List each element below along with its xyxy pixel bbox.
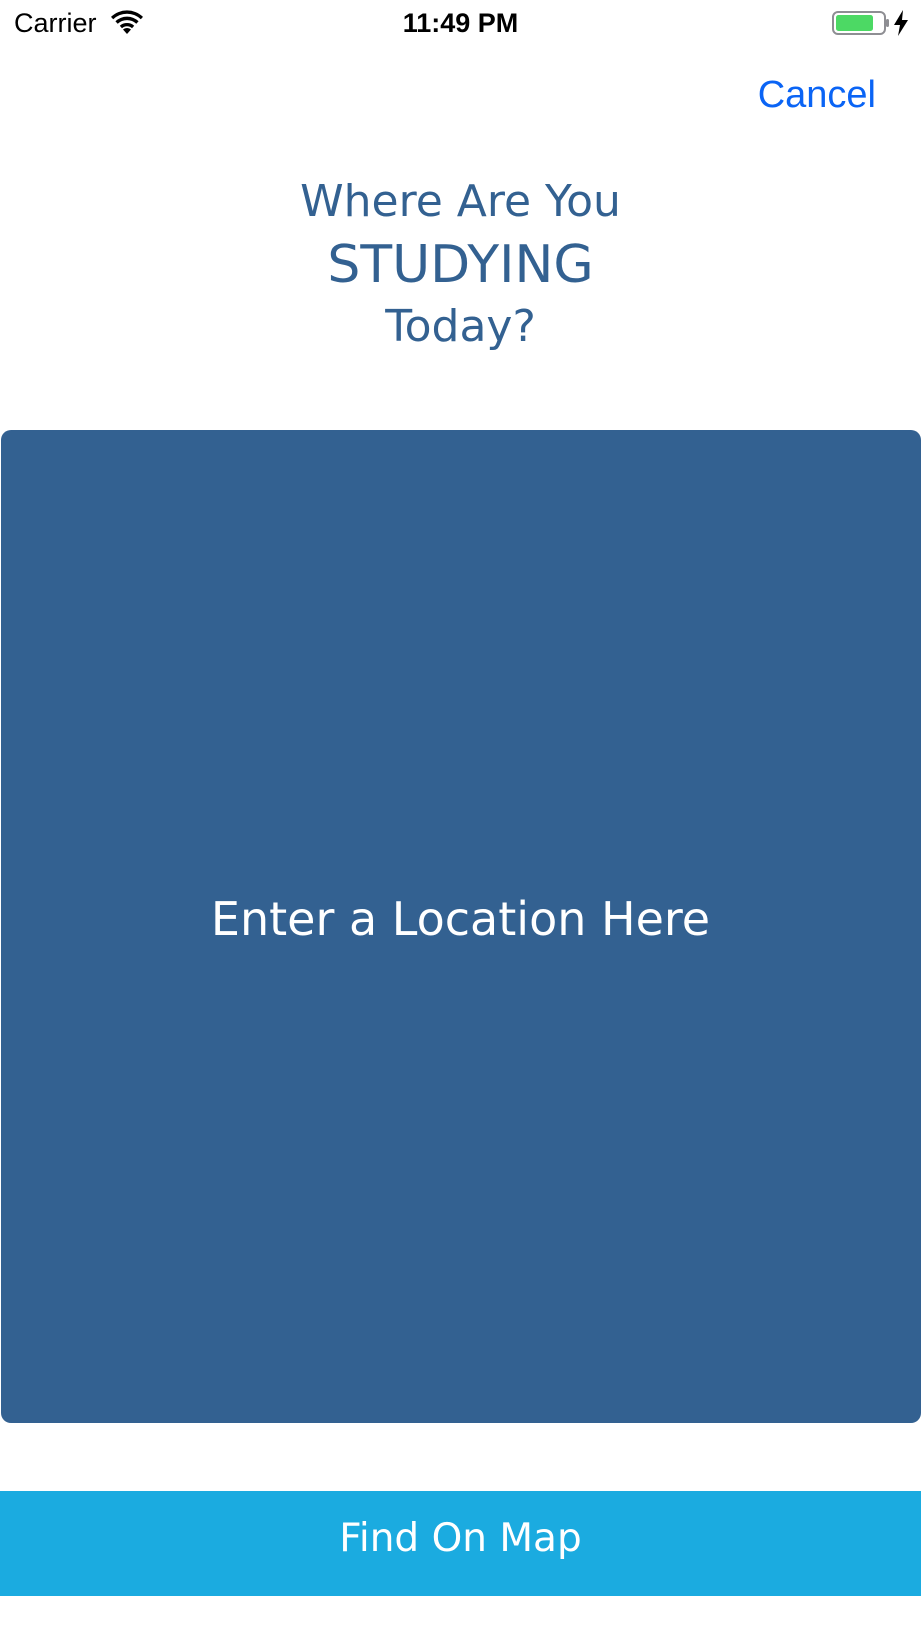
status-bar: Carrier 11:49 PM bbox=[0, 0, 921, 46]
screen: Carrier 11:49 PM Cancel Where Are You ST… bbox=[0, 0, 921, 1638]
charging-bolt-icon bbox=[894, 10, 908, 36]
heading-line-1: Where Are You bbox=[300, 176, 621, 227]
battery-charging-icon bbox=[832, 11, 889, 35]
heading-line-3: Today? bbox=[385, 301, 536, 352]
heading-line-2: STUDYING bbox=[327, 235, 594, 295]
location-placeholder: Enter a Location Here bbox=[210, 892, 711, 946]
find-on-map-label: Find On Map bbox=[339, 1516, 582, 1561]
clock-time: 11:49 PM bbox=[402, 8, 519, 38]
cancel-button[interactable]: Cancel bbox=[758, 74, 876, 117]
